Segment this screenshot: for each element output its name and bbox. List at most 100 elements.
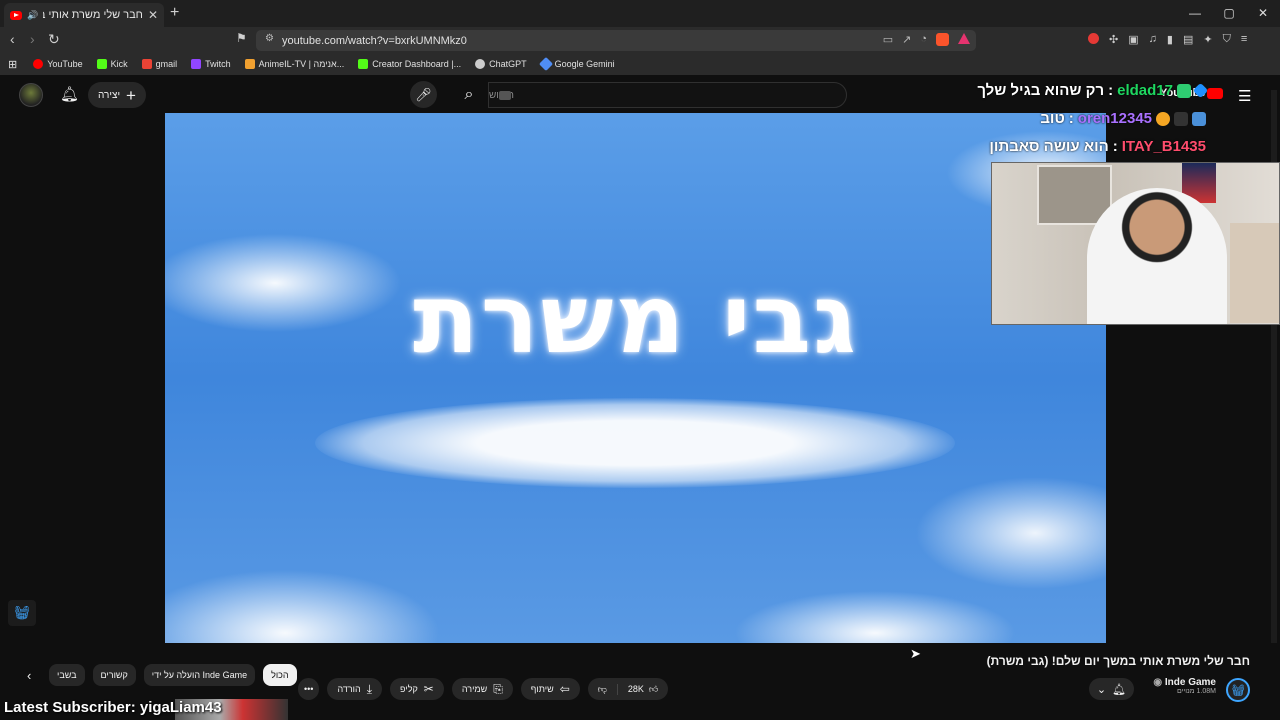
chip-in-captivity[interactable]: בשבי bbox=[49, 664, 85, 686]
clip-button[interactable]: קליפ ✂ bbox=[390, 678, 444, 700]
speaker-icon[interactable]: 🔊 bbox=[27, 10, 38, 21]
download-button[interactable]: הורדה ⤓ bbox=[327, 678, 383, 700]
more-actions-button[interactable]: ••• bbox=[298, 678, 320, 700]
moderator-badge-icon bbox=[1174, 111, 1188, 126]
keyboard-icon[interactable] bbox=[499, 91, 511, 100]
gmail-icon bbox=[141, 59, 152, 69]
youtube-favicon-icon bbox=[10, 10, 22, 20]
video-actions: ••• הורדה ⤓ קליפ ✂ שמירה ⎘ שיתוף ⇦ 👎︎ 28K 👍︎ bbox=[298, 678, 669, 700]
thumbs-down-icon: 👎︎ bbox=[597, 683, 607, 694]
guide-menu-icon[interactable]: ☰ bbox=[1238, 87, 1251, 105]
forward-icon[interactable]: › bbox=[30, 31, 35, 47]
chatgpt-icon bbox=[475, 59, 486, 69]
kick-basket-icon[interactable]: 🧺︎ bbox=[8, 600, 36, 626]
bookmark-gemini[interactable]: Google Gemini bbox=[538, 56, 615, 72]
ai-sparkle-icon[interactable]: ✦ bbox=[1203, 33, 1212, 46]
minimize-button[interactable]: — bbox=[1178, 0, 1212, 26]
search-input[interactable]: חיפוש bbox=[488, 82, 847, 108]
video-title: חבר שלי משרת אותי במשך יום שלם! (גבי משר… bbox=[986, 654, 1250, 668]
create-button[interactable]: יצירה + bbox=[88, 82, 146, 108]
share-button[interactable]: שיתוף ⇦ bbox=[520, 678, 580, 700]
youtube-icon bbox=[33, 59, 44, 69]
account-avatar[interactable] bbox=[19, 83, 43, 107]
gift-badge-icon bbox=[1192, 82, 1209, 99]
cloud-ellipse bbox=[315, 398, 955, 488]
subscriber-count: 1.08M מנויים bbox=[1176, 688, 1216, 695]
subscriber-badge-icon bbox=[1177, 83, 1191, 98]
tab-close-icon[interactable]: ✕ bbox=[148, 8, 158, 22]
notifications-bell-icon[interactable]: 🔔︎ bbox=[60, 85, 79, 103]
sidebar-icon[interactable]: ▮ bbox=[1167, 33, 1173, 46]
chat-username: ITAY_B1435 bbox=[1121, 138, 1206, 155]
video-overlay-text: גבי משרת bbox=[413, 263, 858, 375]
menu-icon[interactable]: ≡ bbox=[1241, 33, 1247, 46]
bookmark-twitch[interactable]: Twitch bbox=[191, 59, 231, 69]
music-icon[interactable]: ♫ bbox=[1149, 33, 1157, 46]
chevron-down-icon: ⌄ bbox=[1096, 683, 1107, 696]
new-tab-button[interactable]: + bbox=[170, 4, 179, 22]
webcam-person bbox=[1087, 188, 1227, 324]
browser-tab[interactable]: 🔊 חבר שלי משרת אותי במשך יו ✕ bbox=[4, 3, 164, 27]
cast-icon[interactable]: ▭ bbox=[883, 33, 893, 46]
bell-ring-icon: 🔔︎ bbox=[1112, 683, 1127, 696]
thumbs-up-icon: 👍︎ bbox=[648, 683, 659, 694]
dislike-button[interactable]: 👎︎ bbox=[588, 683, 618, 695]
chat-message: הוא עושה סאבתון : ITAY_B1435 bbox=[989, 138, 1206, 155]
chevron-left-icon[interactable]: ‹ bbox=[27, 668, 41, 683]
apps-grid-icon[interactable]: ⊞ bbox=[8, 58, 17, 71]
screenshot-icon[interactable]: ▣ bbox=[1128, 33, 1138, 46]
window-controls: — ▢ ✕ bbox=[1178, 0, 1280, 26]
kick-icon bbox=[96, 59, 107, 69]
chip-all[interactable]: הכול bbox=[263, 664, 297, 686]
site-info-icon[interactable]: ⚙ bbox=[265, 33, 274, 44]
youtube-play-icon bbox=[1207, 87, 1224, 99]
voice-search-button[interactable]: 🎤︎ bbox=[410, 81, 437, 108]
subscribed-button[interactable]: ⌄ 🔔︎ bbox=[1089, 678, 1134, 700]
channel-info[interactable]: ◉ Inde Game 1.08M מנויים bbox=[1153, 677, 1216, 695]
close-window-button[interactable]: ✕ bbox=[1246, 0, 1280, 26]
bookmark-icon[interactable]: ⚑ bbox=[236, 31, 247, 45]
channel-avatar[interactable]: 🧺︎ bbox=[1226, 678, 1250, 702]
bookmark-creator-dashboard[interactable]: Creator Dashboard |... bbox=[358, 59, 461, 69]
search-button[interactable]: ⌕ bbox=[450, 82, 488, 108]
chat-username: oren12345 bbox=[1077, 110, 1152, 127]
video-player[interactable]: גבי משרת bbox=[165, 113, 1106, 643]
brave-rewards-icon[interactable] bbox=[958, 33, 970, 44]
wallet-icon[interactable]: ▤ bbox=[1183, 33, 1193, 46]
extensions-toolbar: ✣ ▣ ♫ ▮ ▤ ✦ ⛉ ≡ bbox=[1088, 33, 1247, 46]
extension-red-icon[interactable] bbox=[1088, 33, 1099, 44]
kick-icon bbox=[358, 59, 369, 69]
streamer-webcam bbox=[991, 162, 1280, 325]
browser-nav-bar: ‹ › ↻ ⚑ ⚙ youtube.com/watch?v=bxrkUMNMkz… bbox=[0, 27, 1280, 53]
chip-related[interactable]: קשורים bbox=[92, 664, 136, 686]
share-icon: ⇦ bbox=[559, 682, 570, 696]
bookmark-youtube[interactable]: YouTube bbox=[33, 59, 83, 69]
bookmarks-bar: ⊞ YouTube Kick gmail Twitch AnimeIL-TV |… bbox=[0, 53, 1280, 75]
verified-badge-icon bbox=[1192, 111, 1206, 126]
like-dislike-group: 👎︎ 28K 👍︎ bbox=[587, 678, 669, 700]
related-chips: ‹ בשבי קשורים הועלה על ידי Inde Game הכו… bbox=[27, 664, 297, 686]
bookmark-gmail[interactable]: gmail bbox=[141, 59, 177, 69]
vpn-shield-icon[interactable]: ⛉ bbox=[1223, 33, 1231, 46]
save-button[interactable]: שמירה ⎘ bbox=[451, 678, 513, 700]
share-page-icon[interactable]: ↗ bbox=[902, 33, 911, 46]
bookmark-animeil[interactable]: AnimeIL-TV | אנימה... bbox=[244, 59, 344, 69]
plus-icon: + bbox=[126, 85, 136, 105]
url-text: youtube.com/watch?v=bxrkUMNMkz0 bbox=[282, 34, 467, 47]
like-button[interactable]: 28K 👍︎ bbox=[618, 684, 668, 695]
maximize-button[interactable]: ▢ bbox=[1212, 0, 1246, 26]
bookmark-kick[interactable]: Kick bbox=[96, 59, 128, 69]
chip-uploaded-by[interactable]: הועלה על ידי Inde Game bbox=[143, 664, 256, 686]
channel-name[interactable]: Inde Game bbox=[1165, 677, 1216, 688]
extension-puzzle-icon[interactable]: ✣ bbox=[1109, 33, 1118, 46]
video-info: חבר שלי משרת אותי במשך יום שלם! (גבי משר… bbox=[0, 643, 1280, 720]
animeil-icon bbox=[244, 59, 255, 69]
bookmark-chatgpt[interactable]: ChatGPT bbox=[475, 59, 527, 69]
address-bar[interactable]: ⚙ youtube.com/watch?v=bxrkUMNMkz0 ▭ ↗ ◔ bbox=[256, 30, 976, 51]
tab-title: חבר שלי משרת אותי במשך יו bbox=[43, 9, 143, 21]
brave-shields-icon[interactable] bbox=[936, 33, 949, 46]
back-icon[interactable]: ‹ bbox=[10, 31, 15, 47]
browser-tab-bar: 🔊 חבר שלי משרת אותי במשך יו ✕ + — ▢ ✕ bbox=[0, 0, 1280, 27]
reload-icon[interactable]: ↻ bbox=[48, 31, 60, 48]
rss-icon[interactable]: ◔ bbox=[920, 33, 927, 46]
